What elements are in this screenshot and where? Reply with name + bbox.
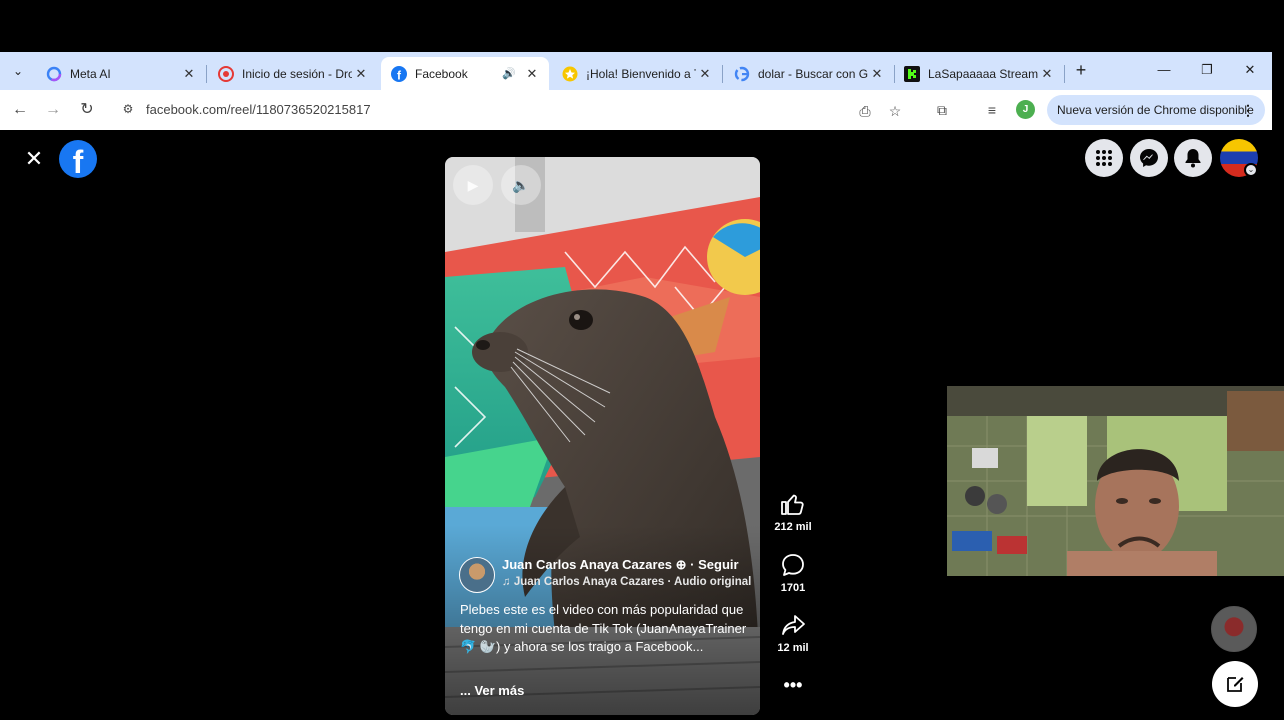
- restore-icon[interactable]: ❐: [1197, 60, 1217, 80]
- share-count: 12 mil: [777, 642, 809, 654]
- google-icon: [734, 66, 750, 81]
- webcam-feed: [947, 386, 1284, 576]
- close-tab-icon[interactable]: ✕: [180, 66, 198, 82]
- tab-title: Meta AI: [70, 66, 111, 81]
- close-tab-icon[interactable]: ✕: [523, 66, 541, 82]
- tab-separator: [722, 65, 723, 83]
- facebook-icon: f: [391, 65, 407, 82]
- like-count: 212 mil: [774, 521, 812, 533]
- reel-caption: Plebes este es el video con más populari…: [460, 602, 747, 655]
- comment-icon[interactable]: [780, 553, 806, 577]
- close-tab-icon[interactable]: ✕: [696, 66, 714, 82]
- tab-separator: [1064, 65, 1065, 83]
- tab-title: Inicio de sesión - Dro: [242, 66, 352, 81]
- webcam-overlay: [947, 386, 1284, 576]
- notifications-bell-icon[interactable]: [1174, 139, 1212, 177]
- tab-google-dolar[interactable]: dolar - Buscar con Go ✕: [724, 57, 895, 90]
- facebook-logo-icon[interactable]: f: [59, 140, 97, 178]
- minimize-icon[interactable]: —: [1154, 60, 1174, 80]
- back-arrow-icon[interactable]: ←: [10, 100, 30, 120]
- messenger-icon[interactable]: [1130, 139, 1168, 177]
- kebab-menu-icon[interactable]: ⋮: [1241, 95, 1255, 125]
- address-bar[interactable]: ⚙ facebook.com/reel/1180736520215817 ⎙ ☆: [112, 94, 916, 126]
- site-info-icon[interactable]: ⚙: [120, 102, 136, 118]
- comment-count: 1701: [780, 582, 806, 594]
- screen: ⌄ Meta AI ✕ Inicio de sesión - Dro ✕ f F…: [0, 0, 1284, 720]
- bell-icon: [1185, 149, 1201, 168]
- reel-video[interactable]: ▶ 🔈 Juan Carlos Anaya Cazares ⊕ · Seguir…: [445, 157, 760, 715]
- more-options-icon[interactable]: •••: [780, 676, 806, 700]
- tab-meta-ai[interactable]: Meta AI ✕: [36, 57, 207, 90]
- tab-dropout[interactable]: Inicio de sesión - Dro ✕: [208, 57, 378, 90]
- new-message-icon[interactable]: [1212, 661, 1258, 707]
- new-tab-plus-icon[interactable]: +: [1072, 60, 1090, 80]
- tab-title: LaSapaaaaa Stream -: [928, 66, 1038, 81]
- bookmark-star-icon[interactable]: ☆: [886, 102, 904, 120]
- contact-avatar[interactable]: [1211, 606, 1257, 652]
- close-tab-icon[interactable]: ✕: [868, 66, 886, 82]
- audio-label: Juan Carlos Anaya Cazares · Audio origin…: [513, 576, 752, 588]
- edit-pencil-icon: [1227, 677, 1244, 692]
- close-tab-icon[interactable]: ✕: [1038, 66, 1056, 82]
- music-note-icon: ♫: [502, 576, 514, 588]
- extensions-puzzle-icon[interactable]: ⧉: [932, 100, 952, 120]
- tab-facebook[interactable]: f Facebook 🔊 ✕: [381, 57, 549, 90]
- dropout-icon: [218, 65, 234, 82]
- tab-title: Facebook: [415, 66, 468, 81]
- globe-icon: ⊕ ·: [675, 557, 699, 572]
- volume-icon[interactable]: 🔈: [501, 165, 541, 205]
- meta-ai-icon: [46, 66, 62, 81]
- tab-title: ¡Hola! Bienvenido a T: [586, 66, 696, 81]
- share-arrow-icon[interactable]: [780, 613, 806, 637]
- install-app-icon[interactable]: ⎙: [856, 102, 874, 120]
- follow-link[interactable]: Seguir: [698, 557, 738, 572]
- author-avatar[interactable]: [459, 557, 495, 593]
- update-label: Nueva versión de Chrome disponible: [1057, 103, 1254, 117]
- tab-kick-stream[interactable]: LaSapaaaaa Stream - ✕: [894, 57, 1065, 90]
- play-icon[interactable]: ▶: [453, 165, 493, 205]
- close-tab-icon[interactable]: ✕: [352, 66, 370, 82]
- audio-line[interactable]: ♫ Juan Carlos Anaya Cazares · Audio orig…: [502, 576, 751, 588]
- browser-toolbar: ← → ↻ ⚙ facebook.com/reel/11807365202158…: [0, 90, 1272, 130]
- url-text[interactable]: facebook.com/reel/1180736520215817: [146, 102, 371, 117]
- tab-title: dolar - Buscar con Go: [758, 66, 868, 81]
- author-name-link[interactable]: Juan Carlos Anaya Cazares: [502, 557, 672, 572]
- grid-dots-icon: [1096, 150, 1112, 166]
- forward-arrow-icon[interactable]: →: [43, 100, 63, 120]
- messenger-bubble-icon: [1140, 149, 1158, 167]
- profile-avatar[interactable]: J: [1016, 100, 1035, 119]
- menu-grid-icon[interactable]: [1085, 139, 1123, 177]
- close-reel-icon[interactable]: ✕: [24, 148, 44, 170]
- media-controls-icon[interactable]: ≡: [982, 100, 1002, 120]
- window-close-icon[interactable]: ✕: [1240, 60, 1260, 80]
- tab-separator: [206, 65, 207, 83]
- kick-icon: [904, 65, 920, 82]
- speaker-icon[interactable]: 🔊: [501, 67, 517, 80]
- tab-bienvenido[interactable]: ¡Hola! Bienvenido a T ✕: [552, 57, 723, 90]
- star-icon: [562, 66, 578, 81]
- tab-search-button[interactable]: ⌄: [6, 60, 30, 82]
- reload-icon[interactable]: ↻: [77, 100, 97, 120]
- chrome-update-button[interactable]: Nueva versión de Chrome disponible ⋮: [1047, 95, 1265, 125]
- see-more-link[interactable]: ... Ver más: [460, 683, 524, 698]
- author-line: Juan Carlos Anaya Cazares ⊕ · Seguir: [502, 557, 739, 573]
- like-thumb-icon[interactable]: [780, 492, 806, 516]
- chevron-down-icon[interactable]: ⌄: [1244, 163, 1258, 177]
